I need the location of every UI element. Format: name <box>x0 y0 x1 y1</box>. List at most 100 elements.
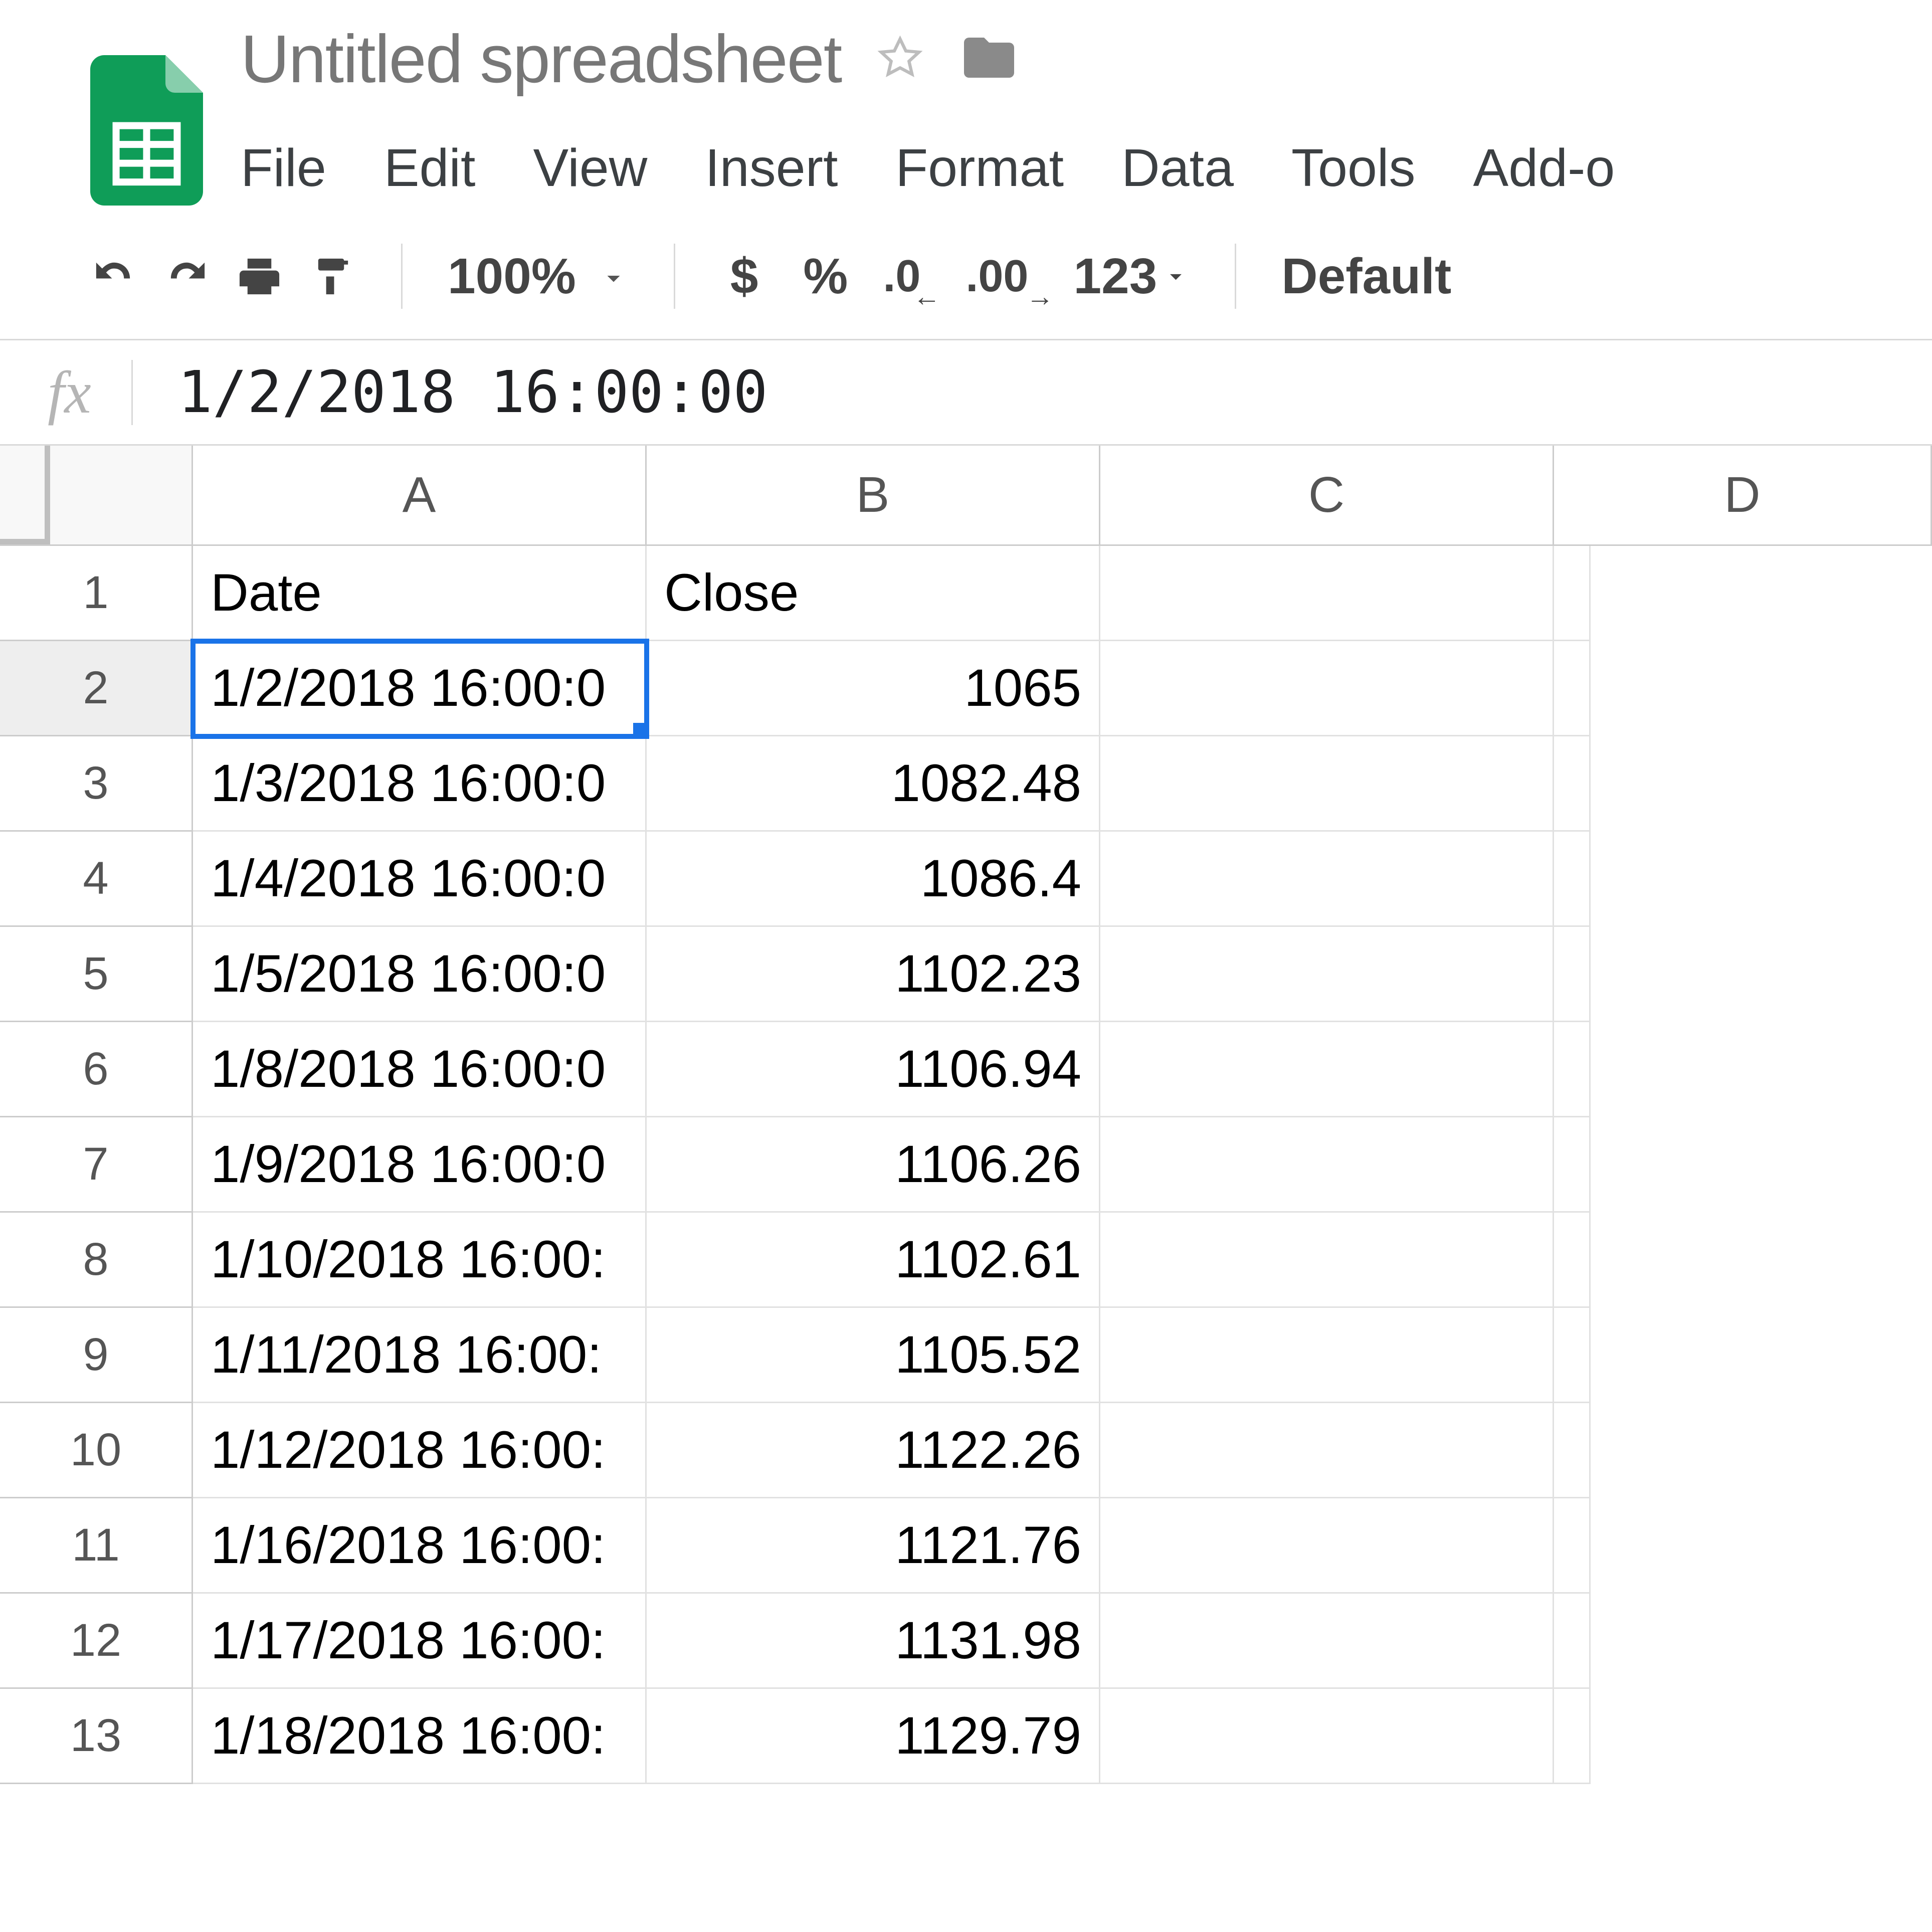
document-title[interactable]: Untitled spreadsheet <box>241 20 841 98</box>
cell[interactable]: 1/17/2018 16:00: <box>193 1594 647 1689</box>
cell[interactable]: 1/18/2018 16:00: <box>193 1689 647 1784</box>
row-header[interactable]: 5 <box>0 927 193 1022</box>
decrease-decimal-button[interactable]: .0← <box>883 251 940 302</box>
move-folder-icon[interactable] <box>959 28 1019 90</box>
cell[interactable]: 1122.26 <box>647 1403 1100 1498</box>
cell[interactable]: 1131.98 <box>647 1594 1100 1689</box>
cell[interactable]: 1065 <box>647 641 1100 736</box>
column-header-d[interactable]: D <box>1554 446 1932 546</box>
zoom-dropdown[interactable]: 100% <box>448 248 629 305</box>
row-header[interactable]: 12 <box>0 1594 193 1689</box>
font-family-dropdown[interactable]: Default <box>1281 248 1451 305</box>
cell[interactable] <box>1100 1117 1554 1213</box>
cell[interactable]: 1/2/2018 16:00:0 <box>193 641 647 736</box>
sheets-logo-icon[interactable] <box>90 55 203 206</box>
cell[interactable]: 1129.79 <box>647 1689 1100 1784</box>
cell[interactable]: Date <box>193 546 647 641</box>
menu-tools[interactable]: Tools <box>1291 138 1415 199</box>
row-header[interactable]: 4 <box>0 832 193 927</box>
cell[interactable] <box>1100 1213 1554 1308</box>
cell[interactable]: 1/11/2018 16:00: <box>193 1308 647 1403</box>
cell[interactable]: Close <box>647 546 1100 641</box>
cell[interactable]: 1/4/2018 16:00:0 <box>193 832 647 927</box>
format-percent-button[interactable]: % <box>793 248 858 305</box>
cell[interactable]: 1/5/2018 16:00:0 <box>193 927 647 1022</box>
formula-input[interactable] <box>133 359 1637 426</box>
redo-icon[interactable] <box>163 253 211 300</box>
paint-format-icon[interactable] <box>308 253 356 300</box>
cell[interactable] <box>1554 1689 1591 1784</box>
cell[interactable] <box>1100 832 1554 927</box>
cell[interactable] <box>1100 546 1554 641</box>
print-icon[interactable] <box>236 253 283 300</box>
cell[interactable] <box>1554 1117 1591 1213</box>
undo-icon[interactable] <box>90 253 138 300</box>
cell[interactable] <box>1100 1403 1554 1498</box>
cell[interactable]: 1/3/2018 16:00:0 <box>193 736 647 832</box>
cell[interactable] <box>1554 1594 1591 1689</box>
row-header[interactable]: 13 <box>0 1689 193 1784</box>
cell[interactable] <box>1554 1022 1591 1117</box>
cell[interactable] <box>1554 1213 1591 1308</box>
cell[interactable]: 1121.76 <box>647 1498 1100 1594</box>
column-header-b[interactable]: B <box>647 446 1100 546</box>
cell[interactable]: 1102.61 <box>647 1213 1100 1308</box>
cell[interactable] <box>1100 1308 1554 1403</box>
cell[interactable]: 1/8/2018 16:00:0 <box>193 1022 647 1117</box>
row-header[interactable]: 3 <box>0 736 193 832</box>
row-header[interactable]: 9 <box>0 1308 193 1403</box>
cell[interactable] <box>1100 1689 1554 1784</box>
cell[interactable]: 1/10/2018 16:00: <box>193 1213 647 1308</box>
cell[interactable] <box>1554 1403 1591 1498</box>
cell[interactable] <box>1554 927 1591 1022</box>
menu-view[interactable]: View <box>533 138 647 199</box>
cell[interactable] <box>1100 1594 1554 1689</box>
toolbar: 100% $ % .0← .00← 123 Default <box>0 244 1932 340</box>
column-header-row: A B C D <box>0 446 1932 546</box>
toolbar-separator <box>674 244 675 309</box>
cell[interactable]: 1106.26 <box>647 1117 1100 1213</box>
cell[interactable] <box>1100 1498 1554 1594</box>
cell[interactable]: 1102.23 <box>647 927 1100 1022</box>
cell[interactable] <box>1554 1498 1591 1594</box>
cell[interactable] <box>1554 1308 1591 1403</box>
cell[interactable] <box>1100 927 1554 1022</box>
cell[interactable]: 1086.4 <box>647 832 1100 927</box>
row-header[interactable]: 1 <box>0 546 193 641</box>
row-header[interactable]: 11 <box>0 1498 193 1594</box>
column-header-c[interactable]: C <box>1100 446 1554 546</box>
format-currency-button[interactable]: $ <box>720 248 768 305</box>
star-icon[interactable] <box>876 34 924 84</box>
formula-bar: fx <box>0 340 1932 446</box>
cell[interactable]: 1106.94 <box>647 1022 1100 1117</box>
cell[interactable]: 1/12/2018 16:00: <box>193 1403 647 1498</box>
selection-handle[interactable] <box>633 723 647 736</box>
menu-file[interactable]: File <box>241 138 326 199</box>
cell[interactable] <box>1100 641 1554 736</box>
row-header[interactable]: 7 <box>0 1117 193 1213</box>
cell[interactable]: 1/16/2018 16:00: <box>193 1498 647 1594</box>
menu-edit[interactable]: Edit <box>384 138 476 199</box>
row-header[interactable]: 2 <box>0 641 193 736</box>
row-header[interactable]: 6 <box>0 1022 193 1117</box>
more-formats-label: 123 <box>1074 248 1157 305</box>
select-all-corner[interactable] <box>0 446 193 546</box>
more-formats-dropdown[interactable]: 123 <box>1074 248 1190 305</box>
cell[interactable]: 1082.48 <box>647 736 1100 832</box>
row-header[interactable]: 8 <box>0 1213 193 1308</box>
cell[interactable]: 1105.52 <box>647 1308 1100 1403</box>
menu-insert[interactable]: Insert <box>705 138 838 199</box>
menu-format[interactable]: Format <box>895 138 1064 199</box>
menu-addons[interactable]: Add-o <box>1473 138 1615 199</box>
cell[interactable] <box>1554 546 1591 641</box>
cell[interactable]: 1/9/2018 16:00:0 <box>193 1117 647 1213</box>
increase-decimal-button[interactable]: .00← <box>965 251 1048 302</box>
cell[interactable] <box>1554 641 1591 736</box>
cell[interactable] <box>1100 736 1554 832</box>
column-header-a[interactable]: A <box>193 446 647 546</box>
cell[interactable] <box>1554 736 1591 832</box>
cell[interactable] <box>1100 1022 1554 1117</box>
row-header[interactable]: 10 <box>0 1403 193 1498</box>
menu-data[interactable]: Data <box>1121 138 1234 199</box>
cell[interactable] <box>1554 832 1591 927</box>
